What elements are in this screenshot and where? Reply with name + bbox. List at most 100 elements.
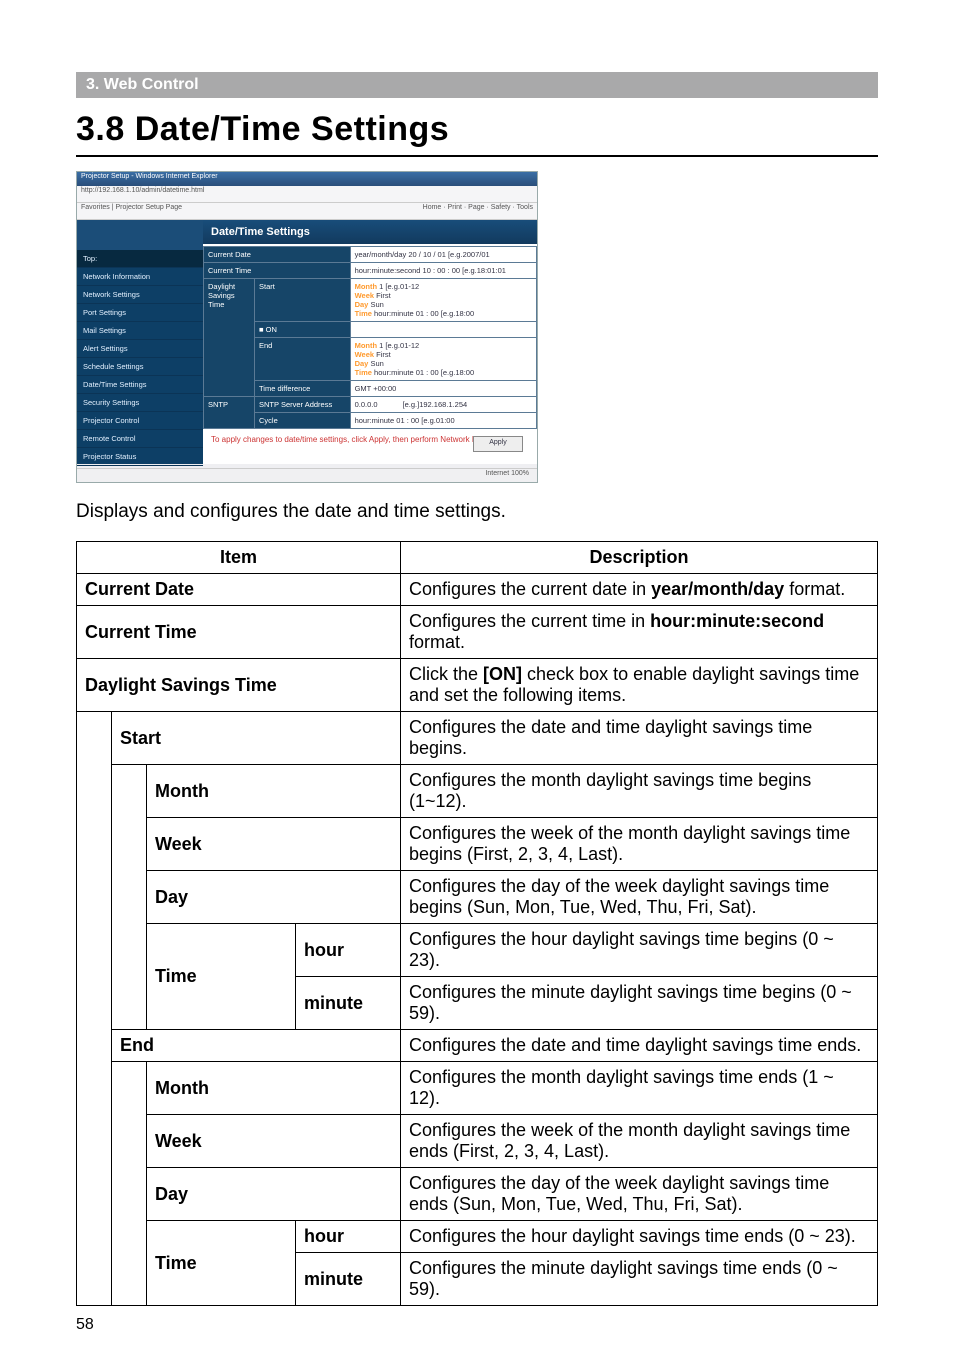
desc-end-week: Configures the week of the month dayligh… (401, 1115, 878, 1168)
day-v: Sun (370, 300, 383, 309)
desc-start: Configures the date and time daylight sa… (401, 712, 878, 765)
status-right: Internet 100% (485, 470, 529, 481)
week-l: Week (355, 291, 374, 300)
item-current-time: Current Time (77, 606, 401, 659)
sidebar-top: Top: (77, 250, 203, 268)
desc-start-time-hour: Configures the hour daylight savings tim… (401, 924, 878, 977)
desc-end: Configures the date and time daylight sa… (401, 1030, 878, 1062)
time-l: Time (355, 368, 372, 377)
description-table: Item Description Current Date Configures… (76, 541, 878, 1306)
spacer (350, 322, 536, 338)
desc-end-time-minute: Configures the minute daylight savings t… (401, 1253, 878, 1306)
sntp-server-label: SNTP Server Address (255, 397, 351, 413)
item-start-month: Month (147, 765, 401, 818)
sntp-label: SNTP (204, 397, 255, 429)
sidebar-item: Security Settings (77, 394, 203, 412)
day-l: Day (355, 359, 369, 368)
sidebar-item: Remote Control (77, 430, 203, 448)
on-label: ■ ON (255, 322, 351, 338)
page-title: 3.8 Date/Time Settings (76, 110, 878, 149)
sidebar-item: Mail Settings (77, 322, 203, 340)
desc-bold: year/month/day (651, 579, 784, 599)
week-v: First (376, 291, 391, 300)
start-label: Start (255, 279, 351, 322)
desc-current-date: Configures the current date in year/mont… (401, 574, 878, 606)
row-value: hour:minute:second 10 : 00 : 00 [e.g.18:… (350, 263, 536, 279)
desc-text: format. (784, 579, 845, 599)
sntp-srv-v: 0.0.0.0 (355, 400, 378, 409)
sidebar-item: Network Settings (77, 286, 203, 304)
item-current-date: Current Date (77, 574, 401, 606)
browser-toolbar: Favorites | Projector Setup Page Home · … (77, 203, 537, 220)
sidebar-item: Port Settings (77, 304, 203, 322)
day-v: Sun (370, 359, 383, 368)
time-l: Time (355, 309, 372, 318)
window-titlebar: Projector Setup - Windows Internet Explo… (77, 172, 537, 186)
item-end: End (112, 1030, 401, 1062)
item-start-time-hour: hour (296, 924, 401, 977)
address-bar: http://192.168.1.10/admin/datetime.html (77, 186, 537, 203)
item-end-month: Month (147, 1062, 401, 1115)
logo-area (77, 220, 203, 250)
start-values: Month 1 [e.g.01-12 Week First Day Sun Ti… (350, 279, 536, 322)
month-l: Month (355, 341, 378, 350)
row-value: year/month/day 20 / 10 / 01 [e.g.2007/01 (350, 247, 536, 263)
item-end-time-hour: hour (296, 1221, 401, 1253)
toolbar-left: Favorites | Projector Setup Page (81, 204, 182, 218)
time-v: hour:minute 01 : 00 [e.g.18:00 (374, 368, 474, 377)
page-number: 58 (76, 1316, 94, 1334)
header-description: Description (401, 542, 878, 574)
caption-text: Displays and configures the date and tim… (76, 501, 878, 523)
indent-cell (112, 765, 147, 1030)
desc-current-time: Configures the current time in hour:minu… (401, 606, 878, 659)
cycle-label: Cycle (255, 413, 351, 429)
time-diff-value: GMT +00:00 (350, 381, 536, 397)
item-start-time-minute: minute (296, 977, 401, 1030)
day-l: Day (355, 300, 369, 309)
section-title: Date/Time Settings (203, 220, 537, 244)
desc-dst: Click the [ON] check box to enable dayli… (401, 659, 878, 712)
end-label: End (255, 338, 351, 381)
sidebar-item: Alert Settings (77, 340, 203, 358)
title-underline (76, 155, 878, 157)
desc-start-month: Configures the month daylight savings ti… (401, 765, 878, 818)
week-v: First (376, 350, 391, 359)
sntp-server-value: 0.0.0.0 [e.g.]192.168.1.254 (350, 397, 536, 413)
item-start: Start (112, 712, 401, 765)
sidebar: Top: Network Information Network Setting… (77, 220, 203, 464)
desc-text: format. (409, 632, 465, 652)
toolbar-right: Home · Print · Page · Safety · Tools (423, 204, 533, 218)
month-v: 1 [e.g.01-12 (379, 341, 419, 350)
desc-bold: [ON] (483, 664, 522, 684)
sidebar-item: Schedule Settings (77, 358, 203, 376)
item-end-week: Week (147, 1115, 401, 1168)
item-end-day: Day (147, 1168, 401, 1221)
desc-end-time-hour: Configures the hour daylight savings tim… (401, 1221, 878, 1253)
month-l: Month (355, 282, 378, 291)
item-start-day: Day (147, 871, 401, 924)
desc-text: Configures the current time in (409, 611, 650, 631)
item-end-time-minute: minute (296, 1253, 401, 1306)
item-dst: Daylight Savings Time (77, 659, 401, 712)
desc-end-day: Configures the day of the week daylight … (401, 1168, 878, 1221)
desc-start-week: Configures the week of the month dayligh… (401, 818, 878, 871)
settings-table: Current Date year/month/day 20 / 10 / 01… (203, 246, 537, 429)
indent-cell (112, 1062, 147, 1306)
cycle-value: hour:minute 01 : 00 [e.g.01:00 (350, 413, 536, 429)
dst-label: Daylight Savings Time (204, 279, 255, 397)
item-start-week: Week (147, 818, 401, 871)
screenshot-date-time-settings: Projector Setup - Windows Internet Explo… (76, 171, 538, 483)
time-v: hour:minute 01 : 00 [e.g.18:00 (374, 309, 474, 318)
apply-button: Apply (473, 436, 523, 452)
desc-end-month: Configures the month daylight savings ti… (401, 1062, 878, 1115)
desc-start-day: Configures the day of the week daylight … (401, 871, 878, 924)
month-v: 1 [e.g.01-12 (379, 282, 419, 291)
header-item: Item (77, 542, 401, 574)
row-label: Current Date (204, 247, 351, 263)
sntp-srv-hint: [e.g.]192.168.1.254 (403, 400, 468, 409)
desc-start-time-minute: Configures the minute daylight savings t… (401, 977, 878, 1030)
desc-bold: hour:minute:second (650, 611, 824, 631)
item-end-time: Time (147, 1221, 296, 1306)
sidebar-item: Projector Status (77, 448, 203, 466)
sidebar-item: Projector Control (77, 412, 203, 430)
